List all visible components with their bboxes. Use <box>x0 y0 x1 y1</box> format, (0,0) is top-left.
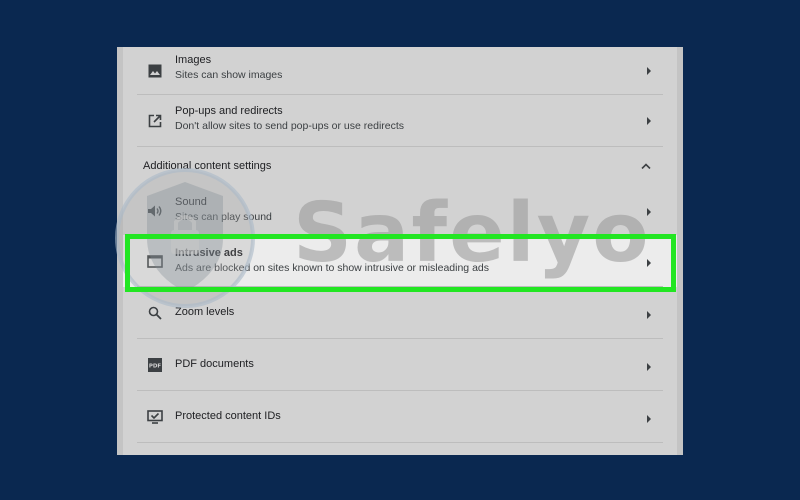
additional-content-settings-header[interactable]: Additional content settings <box>123 147 677 187</box>
setting-title: Zoom levels <box>175 306 235 318</box>
setting-title: Images <box>175 54 212 66</box>
section-title: Additional content settings <box>143 160 272 172</box>
setting-row-pdf-documents[interactable]: PDF PDF documents <box>123 339 677 391</box>
setting-title: Sound <box>175 196 207 208</box>
open-in-new-icon <box>145 111 165 131</box>
chevron-right-icon <box>647 415 651 423</box>
speaker-icon <box>145 201 165 221</box>
setting-subtitle: Don't allow sites to send pop-ups or use… <box>175 120 405 132</box>
chevron-right-icon <box>647 363 651 371</box>
setting-title: Pop-ups and redirects <box>175 105 283 117</box>
setting-row-intrusive-ads[interactable]: Intrusive ads Ads are blocked on sites k… <box>123 235 677 287</box>
setting-row-popups[interactable]: Pop-ups and redirects Don't allow sites … <box>123 95 677 147</box>
magnifier-icon <box>145 303 165 323</box>
chevron-right-icon <box>647 208 651 216</box>
chevron-right-icon <box>647 259 651 267</box>
setting-subtitle: Sites can play sound <box>175 211 272 223</box>
chevron-right-icon <box>647 311 651 319</box>
setting-title: Intrusive ads <box>175 247 243 259</box>
setting-title: Protected content IDs <box>175 410 281 422</box>
chevron-right-icon <box>647 117 651 125</box>
chevron-right-icon <box>647 67 651 75</box>
protected-content-icon <box>145 407 165 427</box>
image-icon <box>145 61 165 81</box>
setting-subtitle: Sites can show images <box>175 69 283 81</box>
chevron-up-icon <box>641 163 651 169</box>
svg-text:PDF: PDF <box>149 364 162 370</box>
setting-title: PDF documents <box>175 358 254 370</box>
setting-row-protected-content[interactable]: Protected content IDs <box>123 391 677 443</box>
setting-subtitle: Ads are blocked on sites known to show i… <box>175 262 489 274</box>
setting-row-images[interactable]: Images Sites can show images <box>123 47 677 95</box>
browser-window-icon <box>145 251 165 271</box>
content-settings-panel: Images Sites can show images Pop-ups and… <box>117 47 683 455</box>
setting-row-zoom-levels[interactable]: Zoom levels <box>123 287 677 339</box>
pdf-icon: PDF <box>145 355 165 375</box>
setting-row-sound[interactable]: Sound Sites can play sound <box>123 187 677 235</box>
